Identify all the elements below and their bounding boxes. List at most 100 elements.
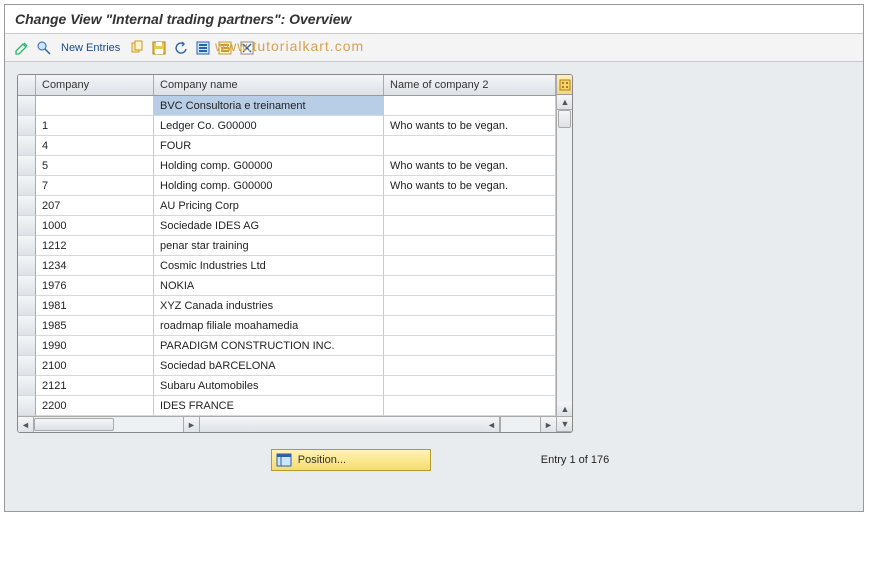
row-selector[interactable] [18,236,36,256]
cell-company[interactable]: 1976 [36,276,154,296]
vscroll-up-icon[interactable]: ▲ [557,95,573,110]
toggle-display-change-icon[interactable] [13,39,31,57]
cell-company[interactable]: 2121 [36,376,154,396]
table-row[interactable]: 4FOUR [18,136,556,156]
table-row[interactable]: 1000Sociedade IDES AG [18,216,556,236]
vscroll-thumb[interactable] [558,110,571,128]
hscroll-left-icon[interactable]: ◄ [18,417,34,433]
cell-company-name[interactable]: BVC Consultoria e treinament [154,96,384,116]
row-selector[interactable] [18,256,36,276]
vscroll-down-icon[interactable]: ▼ [557,417,573,432]
cell-company-name[interactable]: XYZ Canada industries [154,296,384,316]
hscroll-track-left[interactable] [34,417,184,432]
cell-company-name[interactable]: IDES FRANCE [154,396,384,416]
deselect-all-icon[interactable] [216,39,234,57]
cell-company[interactable]: 1000 [36,216,154,236]
hscroll-left-b-icon[interactable]: ◄ [484,417,500,433]
cell-company[interactable]: 1234 [36,256,154,276]
horizontal-scrollbar[interactable]: ◄ ► ◄ ► [18,416,556,432]
cell-company[interactable]: 1985 [36,316,154,336]
cell-name2[interactable] [384,296,556,316]
column-header-name2[interactable]: Name of company 2 [384,75,556,95]
row-selector[interactable] [18,136,36,156]
cell-name2[interactable] [384,376,556,396]
copy-icon[interactable] [128,39,146,57]
cell-company-name[interactable]: Holding comp. G00000 [154,176,384,196]
vscroll-down-top-icon[interactable]: ▲ [557,402,573,417]
cell-company-name[interactable]: Holding comp. G00000 [154,156,384,176]
row-selector[interactable] [18,376,36,396]
cell-name2[interactable]: Who wants to be vegan. [384,176,556,196]
cell-company[interactable] [36,96,154,116]
table-row[interactable]: 1981XYZ Canada industries [18,296,556,316]
cell-company[interactable]: 7 [36,176,154,196]
cell-name2[interactable]: Who wants to be vegan. [384,156,556,176]
row-selector[interactable] [18,96,36,116]
vscroll-track[interactable] [557,110,572,402]
column-header-company-name[interactable]: Company name [154,75,384,95]
cell-name2[interactable] [384,316,556,336]
table-row[interactable]: 1990PARADIGM CONSTRUCTION INC. [18,336,556,356]
cell-name2[interactable] [384,336,556,356]
row-selector[interactable] [18,336,36,356]
table-row[interactable]: BVC Consultoria e treinament [18,96,556,116]
row-selector[interactable] [18,396,36,416]
row-selector[interactable] [18,176,36,196]
table-row[interactable]: 7Holding comp. G00000Who wants to be veg… [18,176,556,196]
row-selector[interactable] [18,216,36,236]
hscroll-track-right[interactable] [500,417,540,432]
find-icon[interactable] [35,39,53,57]
row-selector[interactable] [18,316,36,336]
table-row[interactable]: 5Holding comp. G00000Who wants to be veg… [18,156,556,176]
cell-company[interactable]: 4 [36,136,154,156]
cell-name2[interactable] [384,256,556,276]
row-selector[interactable] [18,356,36,376]
cell-name2[interactable]: Who wants to be vegan. [384,116,556,136]
table-row[interactable]: 2100Sociedad bARCELONA [18,356,556,376]
hscroll-thumb[interactable] [34,418,114,431]
table-row[interactable]: 1Ledger Co. G00000Who wants to be vegan. [18,116,556,136]
save-icon[interactable] [150,39,168,57]
cell-company-name[interactable]: NOKIA [154,276,384,296]
table-row[interactable]: 1985roadmap filiale moahamedia [18,316,556,336]
table-row[interactable]: 1976NOKIA [18,276,556,296]
cell-company-name[interactable]: AU Pricing Corp [154,196,384,216]
cell-company-name[interactable]: FOUR [154,136,384,156]
cell-company[interactable]: 1990 [36,336,154,356]
table-row[interactable]: 2200IDES FRANCE [18,396,556,416]
row-selector[interactable] [18,276,36,296]
cell-name2[interactable] [384,236,556,256]
row-selector-header[interactable] [18,75,36,95]
delete-icon[interactable] [238,39,256,57]
cell-company-name[interactable]: Subaru Automobiles [154,376,384,396]
position-button[interactable]: Position... [271,449,431,471]
cell-company[interactable]: 2100 [36,356,154,376]
row-selector[interactable] [18,296,36,316]
cell-company[interactable]: 1 [36,116,154,136]
vertical-scrollbar[interactable]: ▲ ▲ ▼ [556,75,572,432]
table-row[interactable]: 207AU Pricing Corp [18,196,556,216]
cell-name2[interactable] [384,216,556,236]
cell-name2[interactable] [384,356,556,376]
select-all-icon[interactable] [194,39,212,57]
row-selector[interactable] [18,196,36,216]
cell-company-name[interactable]: PARADIGM CONSTRUCTION INC. [154,336,384,356]
row-selector[interactable] [18,156,36,176]
hscroll-right-a-icon[interactable]: ► [184,417,200,433]
cell-company-name[interactable]: roadmap filiale moahamedia [154,316,384,336]
hscroll-right-b-icon[interactable]: ► [540,417,556,433]
table-row[interactable]: 1234Cosmic Industries Ltd [18,256,556,276]
cell-company-name[interactable]: Cosmic Industries Ltd [154,256,384,276]
cell-company[interactable]: 5 [36,156,154,176]
cell-company-name[interactable]: Sociedade IDES AG [154,216,384,236]
row-selector[interactable] [18,116,36,136]
table-settings-icon[interactable] [557,75,573,95]
table-row[interactable]: 1212penar star training [18,236,556,256]
cell-company[interactable]: 1212 [36,236,154,256]
cell-name2[interactable] [384,196,556,216]
cell-company[interactable]: 207 [36,196,154,216]
cell-company[interactable]: 1981 [36,296,154,316]
cell-company-name[interactable]: penar star training [154,236,384,256]
new-entries-button[interactable]: New Entries [57,42,124,54]
undo-icon[interactable] [172,39,190,57]
